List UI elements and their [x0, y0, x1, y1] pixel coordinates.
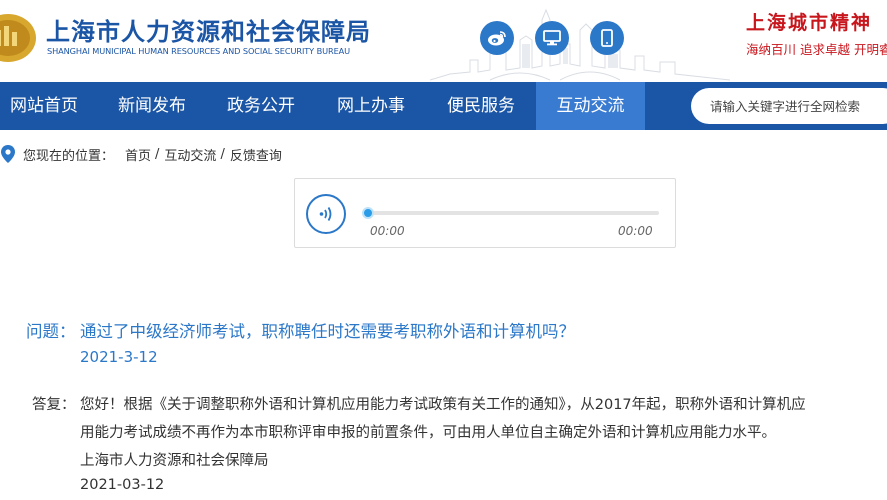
search-box — [691, 88, 887, 124]
question-text: 通过了中级经济师考试，职称聘任时还需要考职称外语和计算机吗？ — [80, 322, 575, 341]
audio-player: 00:00 00:00 — [294, 178, 676, 248]
answer-date: 2021-03-12 — [80, 477, 165, 493]
nav-item-public-services[interactable]: 便民服务 — [437, 82, 525, 130]
duration-time: 00:00 — [618, 224, 653, 238]
skyline-illustration — [430, 8, 730, 81]
current-time: 00:00 — [370, 224, 405, 238]
answer-text-line-2: 用能力考试成绩不再作为本市职称评审申报的前置条件，可由用人单位自主确定外语和计算… — [80, 425, 776, 441]
site-title: 上海市人力资源和社会保障局 — [46, 18, 371, 46]
nav-item-online-services[interactable]: 网上办事 — [327, 82, 415, 130]
mobile-site-button[interactable] — [590, 21, 624, 55]
answer-text-line-1: 您好！根据《关于调整职称外语和计算机应用能力考试政策有关工作的通知》，从2017… — [80, 397, 806, 413]
sound-wave-icon — [319, 207, 332, 221]
question-label: 问题： — [26, 322, 76, 341]
nav-item-news[interactable]: 新闻发布 — [108, 82, 196, 130]
nav-item-government-affairs[interactable]: 政务公开 — [217, 82, 305, 130]
search-input[interactable] — [691, 88, 887, 124]
breadcrumb: 您现在的位置： 首页 / 互动交流 / 反馈查询 — [0, 144, 282, 164]
weibo-button[interactable] — [480, 21, 514, 55]
answer-label: 答复： — [32, 397, 76, 413]
computer-icon — [543, 30, 561, 46]
weibo-icon — [488, 31, 506, 46]
breadcrumb-interaction[interactable]: 互动交流 — [164, 145, 216, 164]
bureau-logo — [0, 14, 36, 62]
breadcrumb-current: 反馈查询 — [229, 148, 282, 164]
progress-handle[interactable] — [362, 207, 374, 219]
city-spirit-slogan: 海纳百川 追求卓越 开明睿智 — [746, 42, 887, 57]
mobile-icon — [601, 29, 613, 47]
play-button[interactable] — [306, 194, 346, 234]
site-header: 上海市人力资源和社会保障局 SHANGHAI MUNICIPAL HUMAN R… — [0, 0, 887, 82]
site-title-english: SHANGHAI MUNICIPAL HUMAN RESOURCES AND S… — [47, 46, 351, 56]
nav-item-home[interactable]: 网站首页 — [0, 82, 88, 130]
pc-site-button[interactable] — [535, 21, 569, 55]
nav-item-interaction[interactable]: 互动交流 — [536, 82, 645, 130]
question-date: 2021-3-12 — [80, 348, 158, 366]
breadcrumb-label: 您现在的位置： — [23, 148, 115, 164]
location-pin-icon — [1, 145, 15, 163]
city-spirit-title: 上海城市精神 — [746, 12, 873, 34]
answer-signature: 上海市人力资源和社会保障局 — [80, 453, 269, 469]
breadcrumb-home[interactable]: 首页 — [125, 145, 151, 164]
progress-track[interactable] — [367, 211, 659, 215]
